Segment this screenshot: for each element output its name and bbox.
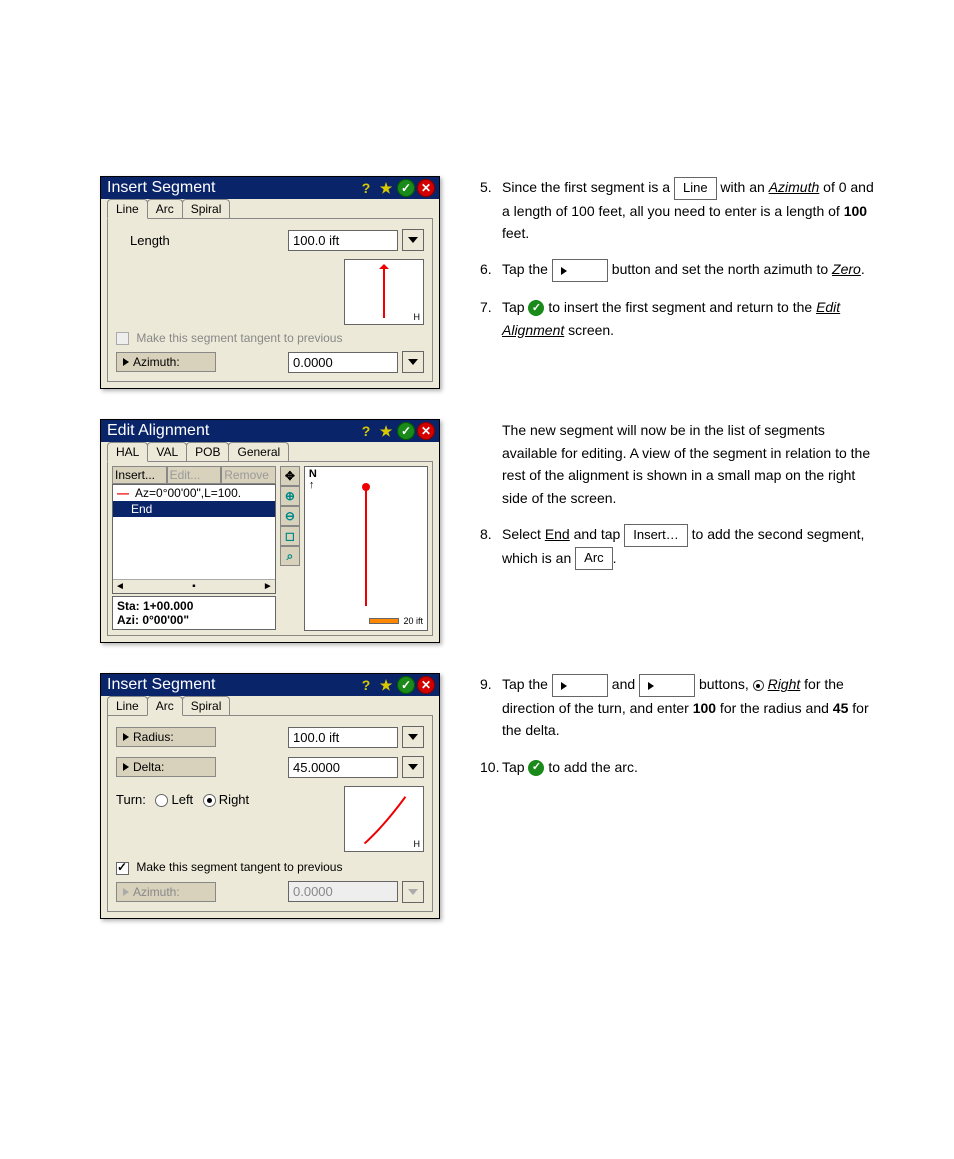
- turn-right-radio[interactable]: [203, 794, 216, 807]
- horizontal-scrollbar[interactable]: ◄▪►: [113, 579, 275, 593]
- azimuth-button[interactable]: Azimuth:: [116, 352, 216, 372]
- titlebar: Insert Segment ? ★ ✓ ✕: [101, 674, 439, 696]
- ok-button[interactable]: ✓: [397, 179, 415, 197]
- segment-preview: H: [344, 786, 424, 852]
- titlebar: Insert Segment ? ★ ✓ ✕: [101, 177, 439, 199]
- ok-icon: ✓: [528, 760, 544, 776]
- tab-arc[interactable]: Arc: [147, 199, 183, 218]
- zoom-out-icon[interactable]: ⊖: [280, 506, 300, 526]
- tangent-label: Make this segment tangent to previous: [136, 331, 342, 345]
- favorite-icon[interactable]: ★: [377, 179, 395, 197]
- tangent-checkbox[interactable]: [116, 862, 129, 875]
- instructions-block-2: The new segment will now be in the list …: [480, 419, 880, 584]
- inline-radius-button: [552, 674, 608, 697]
- favorite-icon[interactable]: ★: [377, 422, 395, 440]
- instructions-block-1: 5. Since the first segment is a Line wit…: [480, 176, 880, 355]
- turn-left-radio[interactable]: [155, 794, 168, 807]
- tab-line[interactable]: Line: [107, 696, 148, 715]
- ok-button[interactable]: ✓: [397, 422, 415, 440]
- map-view: N↑ 20 ift: [304, 466, 428, 631]
- tab-hal[interactable]: HAL: [107, 442, 148, 462]
- tab-val[interactable]: VAL: [147, 442, 187, 461]
- dialog-title: Insert Segment: [107, 676, 355, 694]
- insert-button[interactable]: Insert...: [112, 466, 167, 484]
- radius-button[interactable]: Radius:: [116, 727, 216, 747]
- close-button[interactable]: ✕: [417, 676, 435, 694]
- remove-button: Remove: [221, 466, 276, 484]
- ok-icon: ✓: [528, 300, 544, 316]
- tab-pob[interactable]: POB: [186, 442, 229, 461]
- edit-button: Edit...: [167, 466, 222, 484]
- delta-input[interactable]: [288, 757, 398, 778]
- dialog-title: Insert Segment: [107, 179, 355, 197]
- azimuth-dropdown: [402, 881, 424, 903]
- azimuth-dropdown[interactable]: [402, 351, 424, 373]
- tab-general[interactable]: General: [228, 442, 289, 461]
- tab-spiral[interactable]: Spiral: [182, 199, 231, 218]
- inline-right-radio: [753, 680, 764, 691]
- inline-delta-button: [639, 674, 695, 697]
- zoom-extents-icon[interactable]: ◻: [280, 526, 300, 546]
- inline-arc-button: Arc: [575, 547, 613, 570]
- edit-alignment-dialog: Edit Alignment ? ★ ✓ ✕ HAL VAL POB Gener…: [100, 419, 440, 643]
- titlebar: Edit Alignment ? ★ ✓ ✕: [101, 420, 439, 442]
- tangent-checkbox: [116, 332, 129, 345]
- length-input[interactable]: [288, 230, 398, 251]
- instructions-block-3: 9. Tap the and buttons, Right for the di…: [480, 673, 880, 792]
- tangent-label: Make this segment tangent to previous: [136, 860, 342, 874]
- close-button[interactable]: ✕: [417, 422, 435, 440]
- span-icon[interactable]: ✥: [280, 466, 300, 486]
- tab-spiral[interactable]: Spiral: [182, 696, 231, 715]
- segment-preview: H: [344, 259, 424, 325]
- length-dropdown[interactable]: [402, 229, 424, 251]
- inline-azimuth-button: [552, 259, 608, 282]
- status-readout: Sta: 1+00.000 Azi: 0°00'00": [112, 596, 276, 630]
- azimuth-input: [288, 881, 398, 902]
- insert-segment-line-dialog: Insert Segment ? ★ ✓ ✕ Line Arc Spiral L…: [100, 176, 440, 389]
- inline-insert-button: Insert…: [624, 524, 688, 547]
- dialog-title: Edit Alignment: [107, 422, 355, 440]
- ok-button[interactable]: ✓: [397, 676, 415, 694]
- radius-dropdown[interactable]: [402, 726, 424, 748]
- help-icon[interactable]: ?: [357, 676, 375, 694]
- inline-line-button: Line: [674, 177, 717, 200]
- favorite-icon[interactable]: ★: [377, 676, 395, 694]
- length-label: Length: [130, 233, 220, 248]
- segment-list[interactable]: — Az=0°00'00",L=100. End ◄▪►: [112, 484, 276, 594]
- azimuth-input[interactable]: [288, 352, 398, 373]
- zoom-in-icon[interactable]: ⊕: [280, 486, 300, 506]
- azimuth-button: Azimuth:: [116, 882, 216, 902]
- close-button[interactable]: ✕: [417, 179, 435, 197]
- radius-input[interactable]: [288, 727, 398, 748]
- help-icon[interactable]: ?: [357, 179, 375, 197]
- delta-dropdown[interactable]: [402, 756, 424, 778]
- zoom-window-icon[interactable]: ⌕: [280, 546, 300, 566]
- map-toolbar: ✥ ⊕ ⊖ ◻ ⌕: [280, 466, 300, 631]
- insert-segment-arc-dialog: Insert Segment ? ★ ✓ ✕ Line Arc Spiral R…: [100, 673, 440, 918]
- tab-arc[interactable]: Arc: [147, 696, 183, 716]
- tab-line[interactable]: Line: [107, 199, 148, 219]
- delta-button[interactable]: Delta:: [116, 757, 216, 777]
- help-icon[interactable]: ?: [357, 422, 375, 440]
- turn-label: Turn:: [116, 792, 146, 807]
